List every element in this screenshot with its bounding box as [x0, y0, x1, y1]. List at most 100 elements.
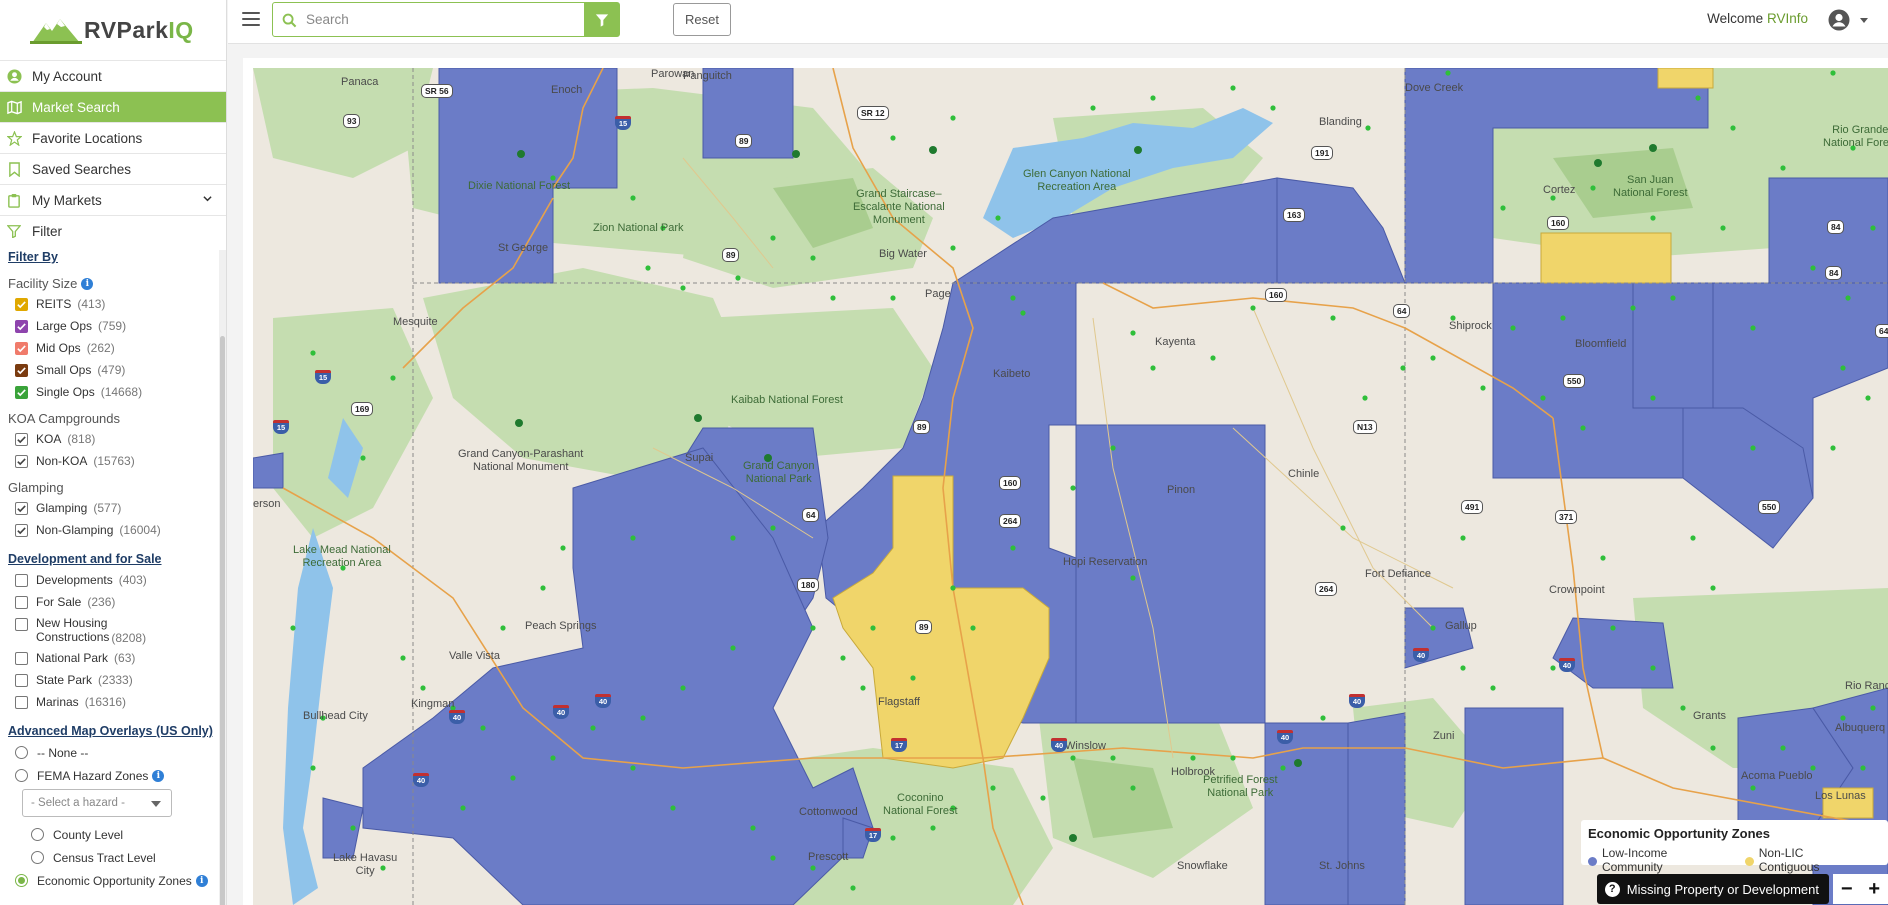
- property-marker[interactable]: [460, 805, 466, 811]
- logo[interactable]: RVParkIQ: [0, 0, 226, 60]
- property-marker[interactable]: [1110, 445, 1116, 451]
- property-marker[interactable]: [1110, 755, 1116, 761]
- property-marker[interactable]: [950, 585, 956, 591]
- property-marker[interactable]: [1650, 395, 1656, 401]
- overlay-eoz-radio[interactable]: Economic Opportunity Zones i: [8, 869, 218, 892]
- property-marker[interactable]: [310, 350, 316, 356]
- property-marker[interactable]: [1670, 295, 1676, 301]
- property-marker[interactable]: [1430, 625, 1436, 631]
- checkbox[interactable]: [15, 595, 28, 609]
- checkbox[interactable]: [15, 297, 28, 311]
- chevron-down-icon[interactable]: [203, 194, 212, 203]
- property-marker[interactable]: [810, 865, 816, 871]
- property-marker[interactable]: [850, 885, 856, 891]
- property-marker[interactable]: [1070, 485, 1076, 491]
- sidebar-scrollbar[interactable]: [219, 250, 226, 905]
- checkbox[interactable]: [15, 501, 28, 515]
- property-marker[interactable]: [1010, 545, 1016, 551]
- property-marker[interactable]: [1020, 310, 1026, 316]
- checkbox[interactable]: [15, 341, 28, 355]
- census-tract-radio[interactable]: Census Tract Level: [8, 846, 218, 869]
- property-marker[interactable]: [1610, 625, 1616, 631]
- property-marker[interactable]: [1090, 105, 1096, 111]
- nav-filter[interactable]: Filter: [0, 215, 226, 246]
- info-icon[interactable]: i: [152, 769, 165, 782]
- property-marker[interactable]: [890, 295, 896, 301]
- filter-checkbox-row[interactable]: Single Ops (14668): [8, 381, 218, 403]
- property-marker[interactable]: [1340, 525, 1346, 531]
- search-input[interactable]: [306, 3, 576, 36]
- property-marker[interactable]: [1480, 385, 1486, 391]
- property-marker[interactable]: [810, 625, 816, 631]
- property-marker[interactable]: [910, 675, 916, 681]
- caret-down-icon[interactable]: [1860, 18, 1868, 23]
- filter-checkbox-row[interactable]: Small Ops (479): [8, 359, 218, 381]
- filter-checkbox-row[interactable]: New Housing Constructions (8208): [8, 613, 218, 647]
- property-marker[interactable]: [1430, 355, 1436, 361]
- property-marker[interactable]: [860, 685, 866, 691]
- property-marker[interactable]: [1400, 365, 1406, 371]
- property-marker[interactable]: [630, 535, 636, 541]
- filter-checkbox-row[interactable]: Large Ops (759): [8, 315, 218, 337]
- property-marker[interactable]: [730, 645, 736, 651]
- filter-checkbox-row[interactable]: Mid Ops (262): [8, 337, 218, 359]
- property-marker[interactable]: [990, 785, 996, 791]
- property-marker[interactable]: [1150, 365, 1156, 371]
- property-marker[interactable]: [1040, 795, 1046, 801]
- filter-checkbox-row[interactable]: Developments (403): [8, 569, 218, 591]
- property-marker[interactable]: [1840, 365, 1846, 371]
- property-marker[interactable]: [560, 545, 566, 551]
- property-marker[interactable]: [630, 765, 636, 771]
- property-marker[interactable]: [1010, 295, 1016, 301]
- hazard-select[interactable]: - Select a hazard -: [22, 789, 172, 817]
- property-marker[interactable]: [1750, 325, 1756, 331]
- property-marker[interactable]: [1250, 305, 1256, 311]
- property-marker[interactable]: [750, 825, 756, 831]
- nav-my-markets[interactable]: My Markets: [0, 184, 226, 215]
- property-marker[interactable]: [360, 455, 366, 461]
- nav-my-account[interactable]: My Account: [0, 60, 226, 91]
- property-marker[interactable]: [770, 235, 776, 241]
- filter-checkbox-row[interactable]: National Park (63): [8, 647, 218, 669]
- property-marker[interactable]: [680, 285, 686, 291]
- property-marker[interactable]: [310, 765, 316, 771]
- checkbox[interactable]: [15, 432, 28, 446]
- property-marker[interactable]: [1870, 705, 1876, 711]
- property-marker[interactable]: [1130, 575, 1136, 581]
- reset-button[interactable]: Reset: [673, 3, 731, 36]
- property-marker[interactable]: [1720, 225, 1726, 231]
- property-marker[interactable]: [350, 825, 356, 831]
- property-marker[interactable]: [1830, 445, 1836, 451]
- property-marker[interactable]: [890, 135, 896, 141]
- filter-checkbox-row[interactable]: State Park (2333): [8, 669, 218, 691]
- property-marker[interactable]: [1270, 105, 1276, 111]
- overlay-fema-radio[interactable]: FEMA Hazard Zones i: [8, 764, 218, 787]
- missing-property-button[interactable]: ? Missing Property or Development: [1596, 874, 1829, 904]
- property-marker[interactable]: [1650, 665, 1656, 671]
- property-marker[interactable]: [1510, 325, 1516, 331]
- checkbox[interactable]: [15, 673, 28, 687]
- radio[interactable]: [15, 874, 28, 887]
- property-marker[interactable]: [500, 625, 506, 631]
- property-marker[interactable]: [1550, 665, 1556, 671]
- property-marker[interactable]: [1860, 765, 1866, 771]
- property-marker[interactable]: [830, 295, 836, 301]
- property-marker[interactable]: [1365, 125, 1371, 131]
- property-marker[interactable]: [1780, 745, 1786, 751]
- property-marker[interactable]: [840, 655, 846, 661]
- nav-favorite-locations[interactable]: Favorite Locations: [0, 122, 226, 153]
- property-marker[interactable]: [390, 375, 396, 381]
- property-marker[interactable]: [1865, 395, 1871, 401]
- property-marker[interactable]: [890, 835, 896, 841]
- property-marker[interactable]: [1130, 330, 1136, 336]
- checkbox[interactable]: [15, 523, 28, 537]
- nav-saved-searches[interactable]: Saved Searches: [0, 153, 226, 184]
- checkbox[interactable]: [15, 319, 28, 333]
- property-marker[interactable]: [640, 715, 646, 721]
- property-marker[interactable]: [1460, 535, 1466, 541]
- property-marker[interactable]: [995, 215, 1001, 221]
- property-marker[interactable]: [950, 245, 956, 251]
- property-marker[interactable]: [1540, 395, 1546, 401]
- property-marker[interactable]: [1830, 70, 1836, 76]
- filter-checkbox-row[interactable]: Non-KOA (15763): [8, 450, 218, 472]
